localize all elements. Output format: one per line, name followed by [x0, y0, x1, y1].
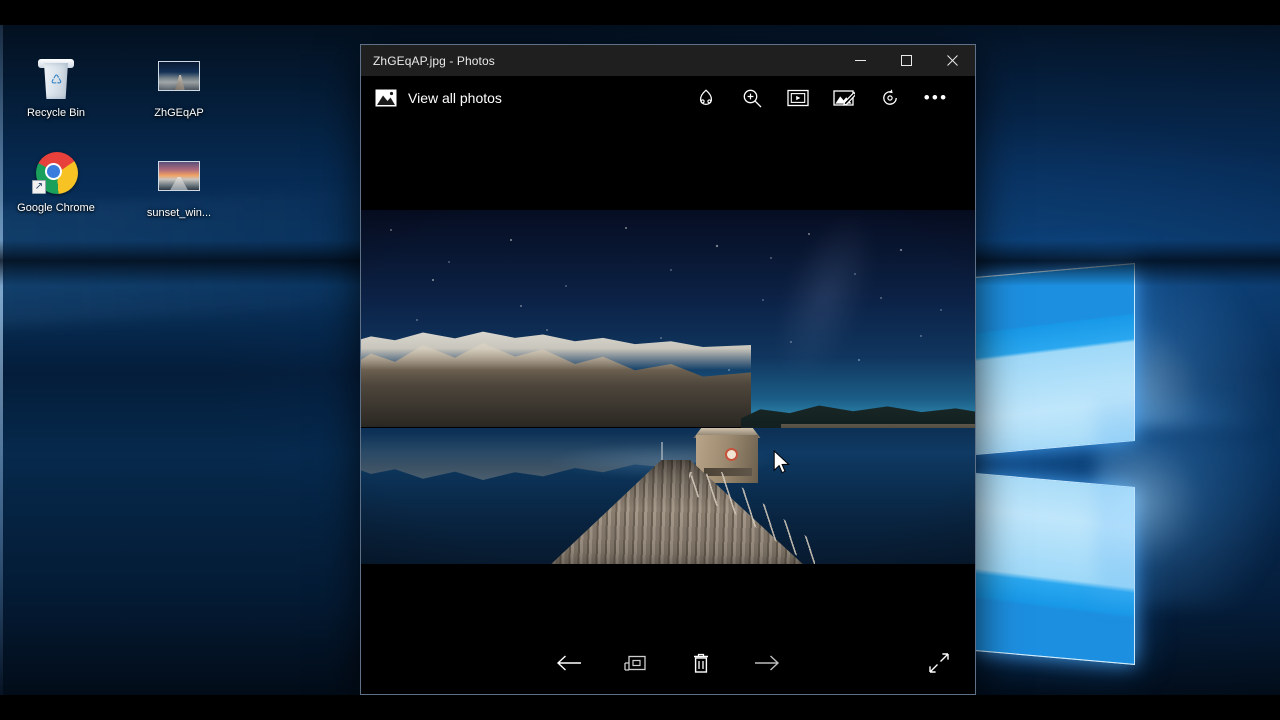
desktop-icon-sunset[interactable]: sunset_win...	[131, 155, 227, 220]
zoom-button[interactable]	[729, 78, 775, 118]
more-options-icon: •••	[924, 93, 948, 103]
desktop-icon-zhgeqap[interactable]: ZhGEqAP	[131, 55, 227, 120]
view-all-photos-button[interactable]: View all photos	[375, 89, 502, 107]
bottom-toolbar	[361, 632, 975, 694]
edit-image-icon	[833, 89, 855, 108]
previous-button[interactable]	[549, 643, 589, 683]
save-button[interactable]	[615, 643, 655, 683]
wallpaper-edge-highlight	[0, 25, 3, 695]
screen: ♺ Recycle Bin ZhGEqAP ↗ Google Chrome	[0, 0, 1280, 720]
photo-lifering	[725, 448, 738, 461]
next-button[interactable]	[747, 643, 787, 683]
logo-flare-bottom-icon	[1095, 397, 1280, 607]
shortcut-arrow-icon: ↗	[32, 180, 46, 194]
previous-icon	[556, 653, 582, 673]
minimize-icon	[855, 55, 866, 66]
letterbox-bottom	[0, 695, 1280, 720]
image-file-icon	[155, 55, 203, 103]
window-title: ZhGEqAP.jpg - Photos	[361, 54, 495, 68]
navigation-buttons	[549, 643, 787, 683]
photos-window[interactable]: ZhGEqAP.jpg - Photos	[360, 44, 976, 695]
app-toolbar: View all photos	[361, 76, 975, 120]
image-file-icon	[155, 155, 203, 203]
desktop-icon-label: Recycle Bin	[8, 107, 104, 120]
window-controls	[837, 45, 975, 76]
recycle-bin-icon: ♺	[32, 55, 80, 103]
save-icon	[624, 653, 646, 673]
rotate-icon	[880, 88, 900, 108]
minimize-button[interactable]	[837, 45, 883, 76]
slideshow-icon	[787, 89, 809, 107]
view-all-photos-label: View all photos	[408, 90, 502, 106]
desktop-icon-label: sunset_win...	[131, 207, 227, 220]
maximize-button[interactable]	[883, 45, 929, 76]
photo-collection-icon	[375, 89, 397, 107]
window-titlebar[interactable]: ZhGEqAP.jpg - Photos	[361, 45, 975, 76]
close-icon	[947, 55, 958, 66]
photo-railing-top	[689, 472, 815, 564]
desktop-icon-label: ZhGEqAP	[131, 107, 227, 120]
fullscreen-icon	[928, 652, 950, 674]
fullscreen-button[interactable]	[919, 643, 959, 683]
rotate-button[interactable]	[867, 78, 913, 118]
more-options-button[interactable]: •••	[913, 78, 959, 118]
letterbox-top	[0, 0, 1280, 25]
toolbar-buttons: •••	[683, 78, 959, 118]
draw-icon	[696, 88, 716, 108]
next-icon	[754, 653, 780, 673]
desktop-icon-google-chrome[interactable]: ↗ Google Chrome	[8, 150, 104, 215]
windows-logo	[975, 277, 1145, 667]
maximize-icon	[901, 55, 912, 66]
draw-button[interactable]	[683, 78, 729, 118]
delete-button[interactable]	[681, 643, 721, 683]
close-button[interactable]	[929, 45, 975, 76]
zoom-in-icon	[742, 88, 763, 109]
photo-viewer-stage[interactable]	[361, 120, 975, 632]
delete-icon	[691, 652, 711, 674]
displayed-photo[interactable]	[361, 210, 975, 564]
desktop-icon-label: Google Chrome	[8, 202, 104, 215]
slideshow-button[interactable]	[775, 78, 821, 118]
desktop-icon-recycle-bin[interactable]: ♺ Recycle Bin	[8, 55, 104, 120]
edit-image-button[interactable]	[821, 78, 867, 118]
google-chrome-icon: ↗	[32, 150, 80, 198]
